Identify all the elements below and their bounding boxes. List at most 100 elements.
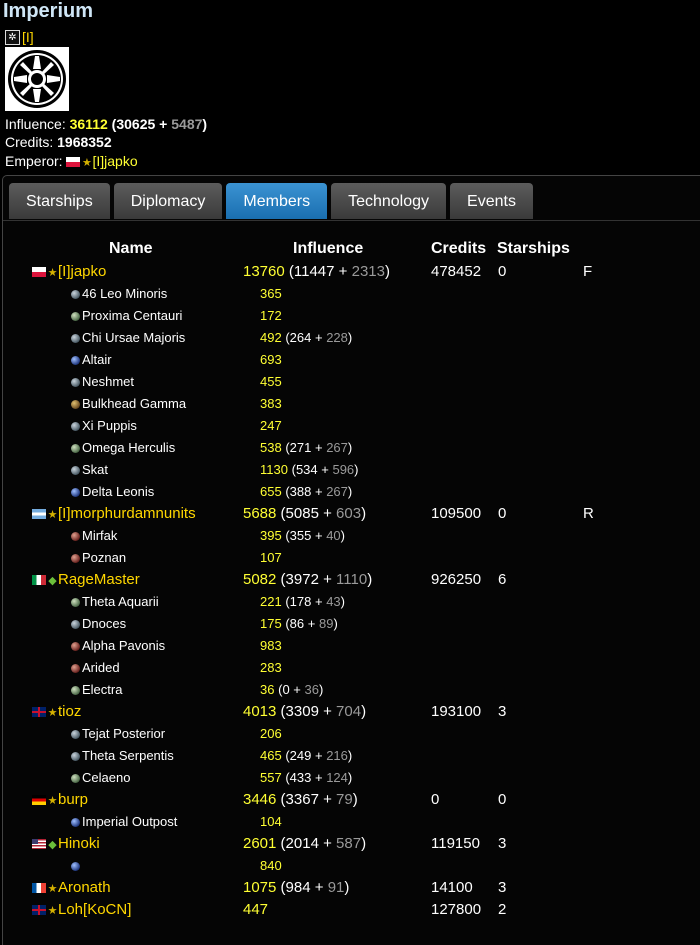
member-row[interactable]: ★Aronath 1075 (984 + 91) 14100 3 [3,878,700,900]
planet-name-link[interactable]: Imperial Outpost [71,814,177,829]
column-header-credits[interactable]: Credits [431,240,486,258]
planet-name[interactable]: Electra [82,682,122,697]
planet-name-link[interactable]: Chi Ursae Majoris [71,330,185,345]
planet-name-link[interactable]: Alpha Pavonis [71,638,165,653]
planet-name-link[interactable]: Mirfak [71,528,117,543]
planet-name[interactable]: Skat [82,462,108,477]
planet-name-link[interactable]: Delta Leonis [71,484,154,499]
member-row[interactable]: ◆Hinoki 2601 (2014 + 587) 119150 3 [3,834,700,856]
column-header-starships[interactable]: Starships [497,240,570,258]
planet-row[interactable]: 840 [3,856,700,878]
member-name-link[interactable]: ★burp [32,791,88,808]
planet-name[interactable]: Alpha Pavonis [82,638,165,653]
planet-row[interactable]: Neshmet 455 [3,372,700,394]
planet-row[interactable]: Theta Serpentis 465 (249 + 216) [3,746,700,768]
planet-name-link[interactable]: Tejat Posterior [71,726,165,741]
planet-name-link[interactable]: Proxima Centauri [71,308,182,323]
planet-name-link[interactable]: Electra [71,682,122,697]
planet-name-link[interactable]: Omega Herculis [71,440,175,455]
planet-row[interactable]: Proxima Centauri 172 [3,306,700,328]
member-name[interactable]: Loh[KoCN] [58,901,131,918]
member-name[interactable]: [I]morphurdamnunits [58,505,196,522]
member-credits: 193100 [431,703,482,720]
planet-name[interactable]: Neshmet [82,374,134,389]
planet-row[interactable]: Imperial Outpost 104 [3,812,700,834]
member-row[interactable]: ◆RageMaster 5082 (3972 + 1110) 926250 6 [3,570,700,592]
planet-name-link[interactable]: Celaeno [71,770,130,785]
member-name-link[interactable]: ◆Hinoki [32,835,100,852]
planet-row[interactable]: Electra 36 (0 + 36) [3,680,700,702]
planet-name-link[interactable]: Dnoces [71,616,126,631]
planet-row[interactable]: Poznan 107 [3,548,700,570]
planet-row[interactable]: 46 Leo Minoris 365 [3,284,700,306]
member-name[interactable]: tioz [58,703,81,720]
planet-name-link[interactable]: Neshmet [71,374,134,389]
planet-row[interactable]: Altair 693 [3,350,700,372]
planet-name[interactable]: Poznan [82,550,126,565]
planet-name-link[interactable]: Theta Serpentis [71,748,174,763]
member-row[interactable]: ★burp 3446 (3367 + 79) 0 0 [3,790,700,812]
planet-name[interactable]: Altair [82,352,112,367]
member-name-link[interactable]: ★tioz [32,703,81,720]
planet-row[interactable]: Skat 1130 (534 + 596) [3,460,700,482]
tab-events[interactable]: Events [450,183,533,219]
member-row[interactable]: ★[I]japko 13760 (11447 + 2313) 478452 0 F [3,262,700,284]
member-row[interactable]: ★tioz 4013 (3309 + 704) 193100 3 [3,702,700,724]
member-name[interactable]: RageMaster [58,571,140,588]
planet-name[interactable]: Xi Puppis [82,418,137,433]
planet-name[interactable]: Mirfak [82,528,117,543]
planet-name-link[interactable]: Bulkhead Gamma [71,396,186,411]
tab-starships[interactable]: Starships [9,183,110,219]
planet-row[interactable]: Xi Puppis 247 [3,416,700,438]
emperor-name-link[interactable]: [I]japko [92,153,137,169]
planet-name[interactable]: Delta Leonis [82,484,154,499]
tab-diplomacy[interactable]: Diplomacy [113,183,223,219]
planet-row[interactable]: Tejat Posterior 206 [3,724,700,746]
planet-row[interactable]: Bulkhead Gamma 383 [3,394,700,416]
column-header-name[interactable]: Name [109,240,153,258]
tab-technology[interactable]: Technology [331,183,447,219]
planet-name[interactable]: Imperial Outpost [82,814,177,829]
planet-name[interactable]: Theta Aquarii [82,594,159,609]
planet-name-link[interactable]: 46 Leo Minoris [71,286,167,301]
planet-name[interactable]: Theta Serpentis [82,748,174,763]
planet-name[interactable]: Tejat Posterior [82,726,165,741]
member-name-link[interactable]: ◆RageMaster [32,571,140,588]
member-name[interactable]: [I]japko [58,263,106,280]
member-name[interactable]: Aronath [58,879,111,896]
planet-name[interactable]: Dnoces [82,616,126,631]
planet-row[interactable]: Delta Leonis 655 (388 + 267) [3,482,700,504]
planet-name-link[interactable]: Theta Aquarii [71,594,159,609]
planet-row[interactable]: Celaeno 557 (433 + 124) [3,768,700,790]
planet-row[interactable]: Mirfak 395 (355 + 40) [3,526,700,548]
planet-name-link[interactable]: Xi Puppis [71,418,137,433]
planet-name-link[interactable]: Altair [71,352,112,367]
planet-name[interactable]: Proxima Centauri [82,308,182,323]
planet-name-link[interactable] [71,858,82,873]
planet-row[interactable]: Theta Aquarii 221 (178 + 43) [3,592,700,614]
member-name-link[interactable]: ★Aronath [32,879,111,896]
member-name[interactable]: burp [58,791,88,808]
planet-row[interactable]: Chi Ursae Majoris 492 (264 + 228) [3,328,700,350]
member-name-link[interactable]: ★[I]japko [32,263,106,280]
member-name-link[interactable]: ★Loh[KoCN] [32,901,131,918]
planet-row[interactable]: Dnoces 175 (86 + 89) [3,614,700,636]
member-name[interactable]: Hinoki [58,835,100,852]
planet-name[interactable]: Arided [82,660,120,675]
planet-name-link[interactable]: Skat [71,462,108,477]
planet-name[interactable]: Celaeno [82,770,130,785]
planet-name-link[interactable]: Arided [71,660,120,675]
tab-members[interactable]: Members [226,183,328,219]
member-row[interactable]: ★Loh[KoCN] 447 127800 2 [3,900,700,922]
planet-row[interactable]: Arided 283 [3,658,700,680]
column-header-influence[interactable]: Influence [293,240,363,258]
planet-row[interactable]: Alpha Pavonis 983 [3,636,700,658]
planet-name[interactable]: Bulkhead Gamma [82,396,186,411]
planet-name[interactable]: Omega Herculis [82,440,175,455]
planet-name-link[interactable]: Poznan [71,550,126,565]
planet-name[interactable]: 46 Leo Minoris [82,286,167,301]
member-row[interactable]: ★[I]morphurdamnunits 5688 (5085 + 603) 109… [3,504,700,526]
member-name-link[interactable]: ★[I]morphurdamnunits [32,505,196,522]
planet-row[interactable]: Omega Herculis 538 (271 + 267) [3,438,700,460]
planet-name[interactable]: Chi Ursae Majoris [82,330,185,345]
